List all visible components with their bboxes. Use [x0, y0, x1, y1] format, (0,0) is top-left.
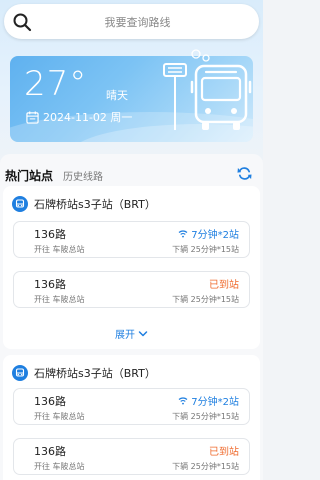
route-eta: 已到站: [209, 443, 239, 458]
route-item[interactable]: 136路 开往 车陂总站 已到站 下辆 25分钟*15站: [13, 271, 250, 308]
tab-history-routes[interactable]: 历史线路: [63, 168, 103, 183]
route-next-bus: 下辆 25分钟*15站: [172, 462, 239, 471]
weather-info: 27° 晴天 2024-11-02 周一: [10, 56, 142, 134]
route-number: 136路: [34, 395, 66, 408]
route-eta: 已到站: [209, 276, 239, 291]
search-placeholder[interactable]: 我要查询路线: [4, 14, 259, 30]
station-header[interactable]: 石牌桥站s3子站（BRT）: [12, 196, 156, 212]
expand-button[interactable]: 展开: [3, 326, 260, 341]
temperature: 27°: [24, 64, 88, 104]
weather-condition: 晴天: [106, 89, 128, 102]
signal-icon: [178, 230, 188, 238]
route-eta-text: 已到站: [209, 447, 239, 458]
chevron-down-icon: [138, 330, 148, 336]
tab-bar: 热门站点 历史线路: [5, 167, 103, 184]
signal-icon: [178, 397, 188, 405]
station-name: 石牌桥站s3子站（BRT）: [34, 367, 156, 380]
route-eta-text: 7分钟*2站: [191, 230, 239, 241]
route-eta-text: 7分钟*2站: [191, 397, 239, 408]
station-card: 石牌桥站s3子站（BRT） 136路 开往 车陂总站 7分钟*2站 下辆 25分…: [3, 355, 260, 480]
route-destination: 开往 车陂总站: [34, 295, 85, 304]
bus-illustration: [163, 49, 252, 130]
signal-bubbles: [191, 49, 210, 62]
route-destination: 开往 车陂总站: [34, 245, 85, 254]
bus-icon: [190, 64, 252, 130]
station-header[interactable]: 石牌桥站s3子站（BRT）: [12, 365, 156, 381]
bus-badge-icon: [12, 365, 28, 381]
bus-stop-sign-icon: [163, 63, 187, 130]
calendar-icon: [26, 110, 39, 124]
route-next-bus: 下辆 25分钟*15站: [172, 245, 239, 254]
route-number: 136路: [34, 228, 66, 241]
route-eta: 7分钟*2站: [178, 226, 239, 241]
station-name: 石牌桥站s3子站（BRT）: [34, 198, 156, 211]
route-item[interactable]: 136路 开往 车陂总站 7分钟*2站 下辆 25分钟*15站: [13, 221, 250, 258]
route-destination: 开往 车陂总站: [34, 412, 85, 421]
tab-hot-stations[interactable]: 热门站点: [5, 167, 53, 184]
search-icon: [13, 13, 32, 32]
route-next-bus: 下辆 25分钟*15站: [172, 295, 239, 304]
route-next-bus: 下辆 25分钟*15站: [172, 412, 239, 421]
route-item[interactable]: 136路 开往 车陂总站 7分钟*2站 下辆 25分钟*15站: [13, 388, 250, 425]
station-card: 石牌桥站s3子站（BRT） 136路 开往 车陂总站 7分钟*2站 下辆 25分…: [3, 186, 260, 349]
route-eta-text: 已到站: [209, 280, 239, 291]
route-eta: 7分钟*2站: [178, 393, 239, 408]
expand-label: 展开: [115, 330, 135, 341]
refresh-icon[interactable]: [237, 166, 252, 181]
weather-date: 2024-11-02 周一: [43, 111, 133, 124]
route-item[interactable]: 136路 开往 车陂总站 已到站 下辆 25分钟*15站: [13, 438, 250, 475]
date-row: 2024-11-02 周一: [26, 109, 132, 125]
route-destination: 开往 车陂总站: [34, 462, 85, 471]
route-number: 136路: [34, 445, 66, 458]
bus-badge-icon: [12, 196, 28, 212]
search-bar[interactable]: 我要查询路线: [4, 4, 259, 39]
route-number: 136路: [34, 278, 66, 291]
